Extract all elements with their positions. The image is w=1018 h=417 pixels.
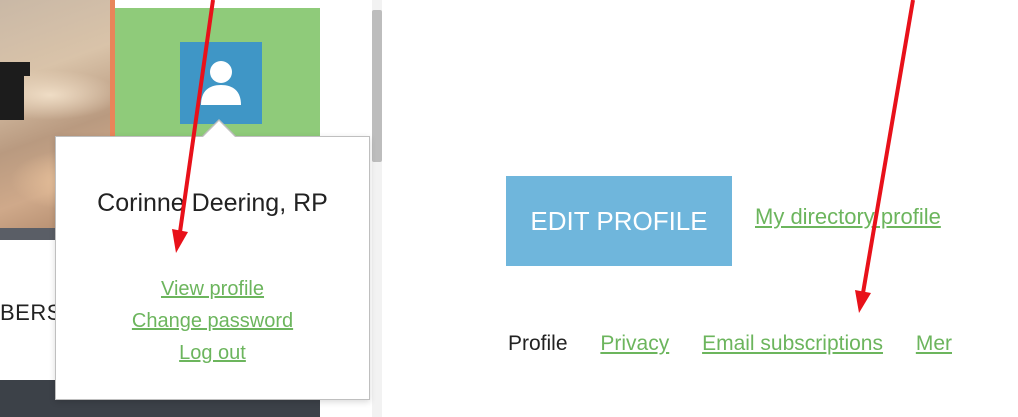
popover-caret — [202, 121, 236, 138]
profile-tabs: Profile Privacy Email subscriptions Mer — [508, 332, 979, 356]
my-directory-profile-link[interactable]: My directory profile — [755, 204, 941, 230]
user-icon — [201, 61, 241, 105]
annotation-arrow-email-subscriptions — [855, 0, 915, 313]
user-menu-links: View profile Change password Log out — [56, 273, 369, 369]
tab-privacy[interactable]: Privacy — [600, 332, 669, 356]
nav-members-text[interactable]: BERS — [0, 300, 62, 326]
log-out-link[interactable]: Log out — [56, 337, 369, 369]
tab-profile[interactable]: Profile — [508, 332, 568, 356]
logo-letter-fragment — [0, 62, 24, 120]
user-avatar-button[interactable] — [180, 42, 262, 124]
tab-email-subscriptions[interactable]: Email subscriptions — [702, 332, 883, 356]
user-display-name: Corinne Deering, RP — [97, 189, 328, 217]
view-profile-link[interactable]: View profile — [56, 273, 369, 305]
user-dropdown-menu: Corinne Deering, RP View profile Change … — [55, 136, 370, 400]
tab-memberships[interactable]: Mer — [916, 332, 952, 356]
edit-profile-button[interactable]: EDIT PROFILE — [506, 176, 732, 266]
screenshot-root: BERS Corinne Deering, RP View profile Ch… — [0, 0, 1018, 417]
change-password-link[interactable]: Change password — [56, 305, 369, 337]
scrollbar-thumb[interactable] — [372, 10, 382, 162]
